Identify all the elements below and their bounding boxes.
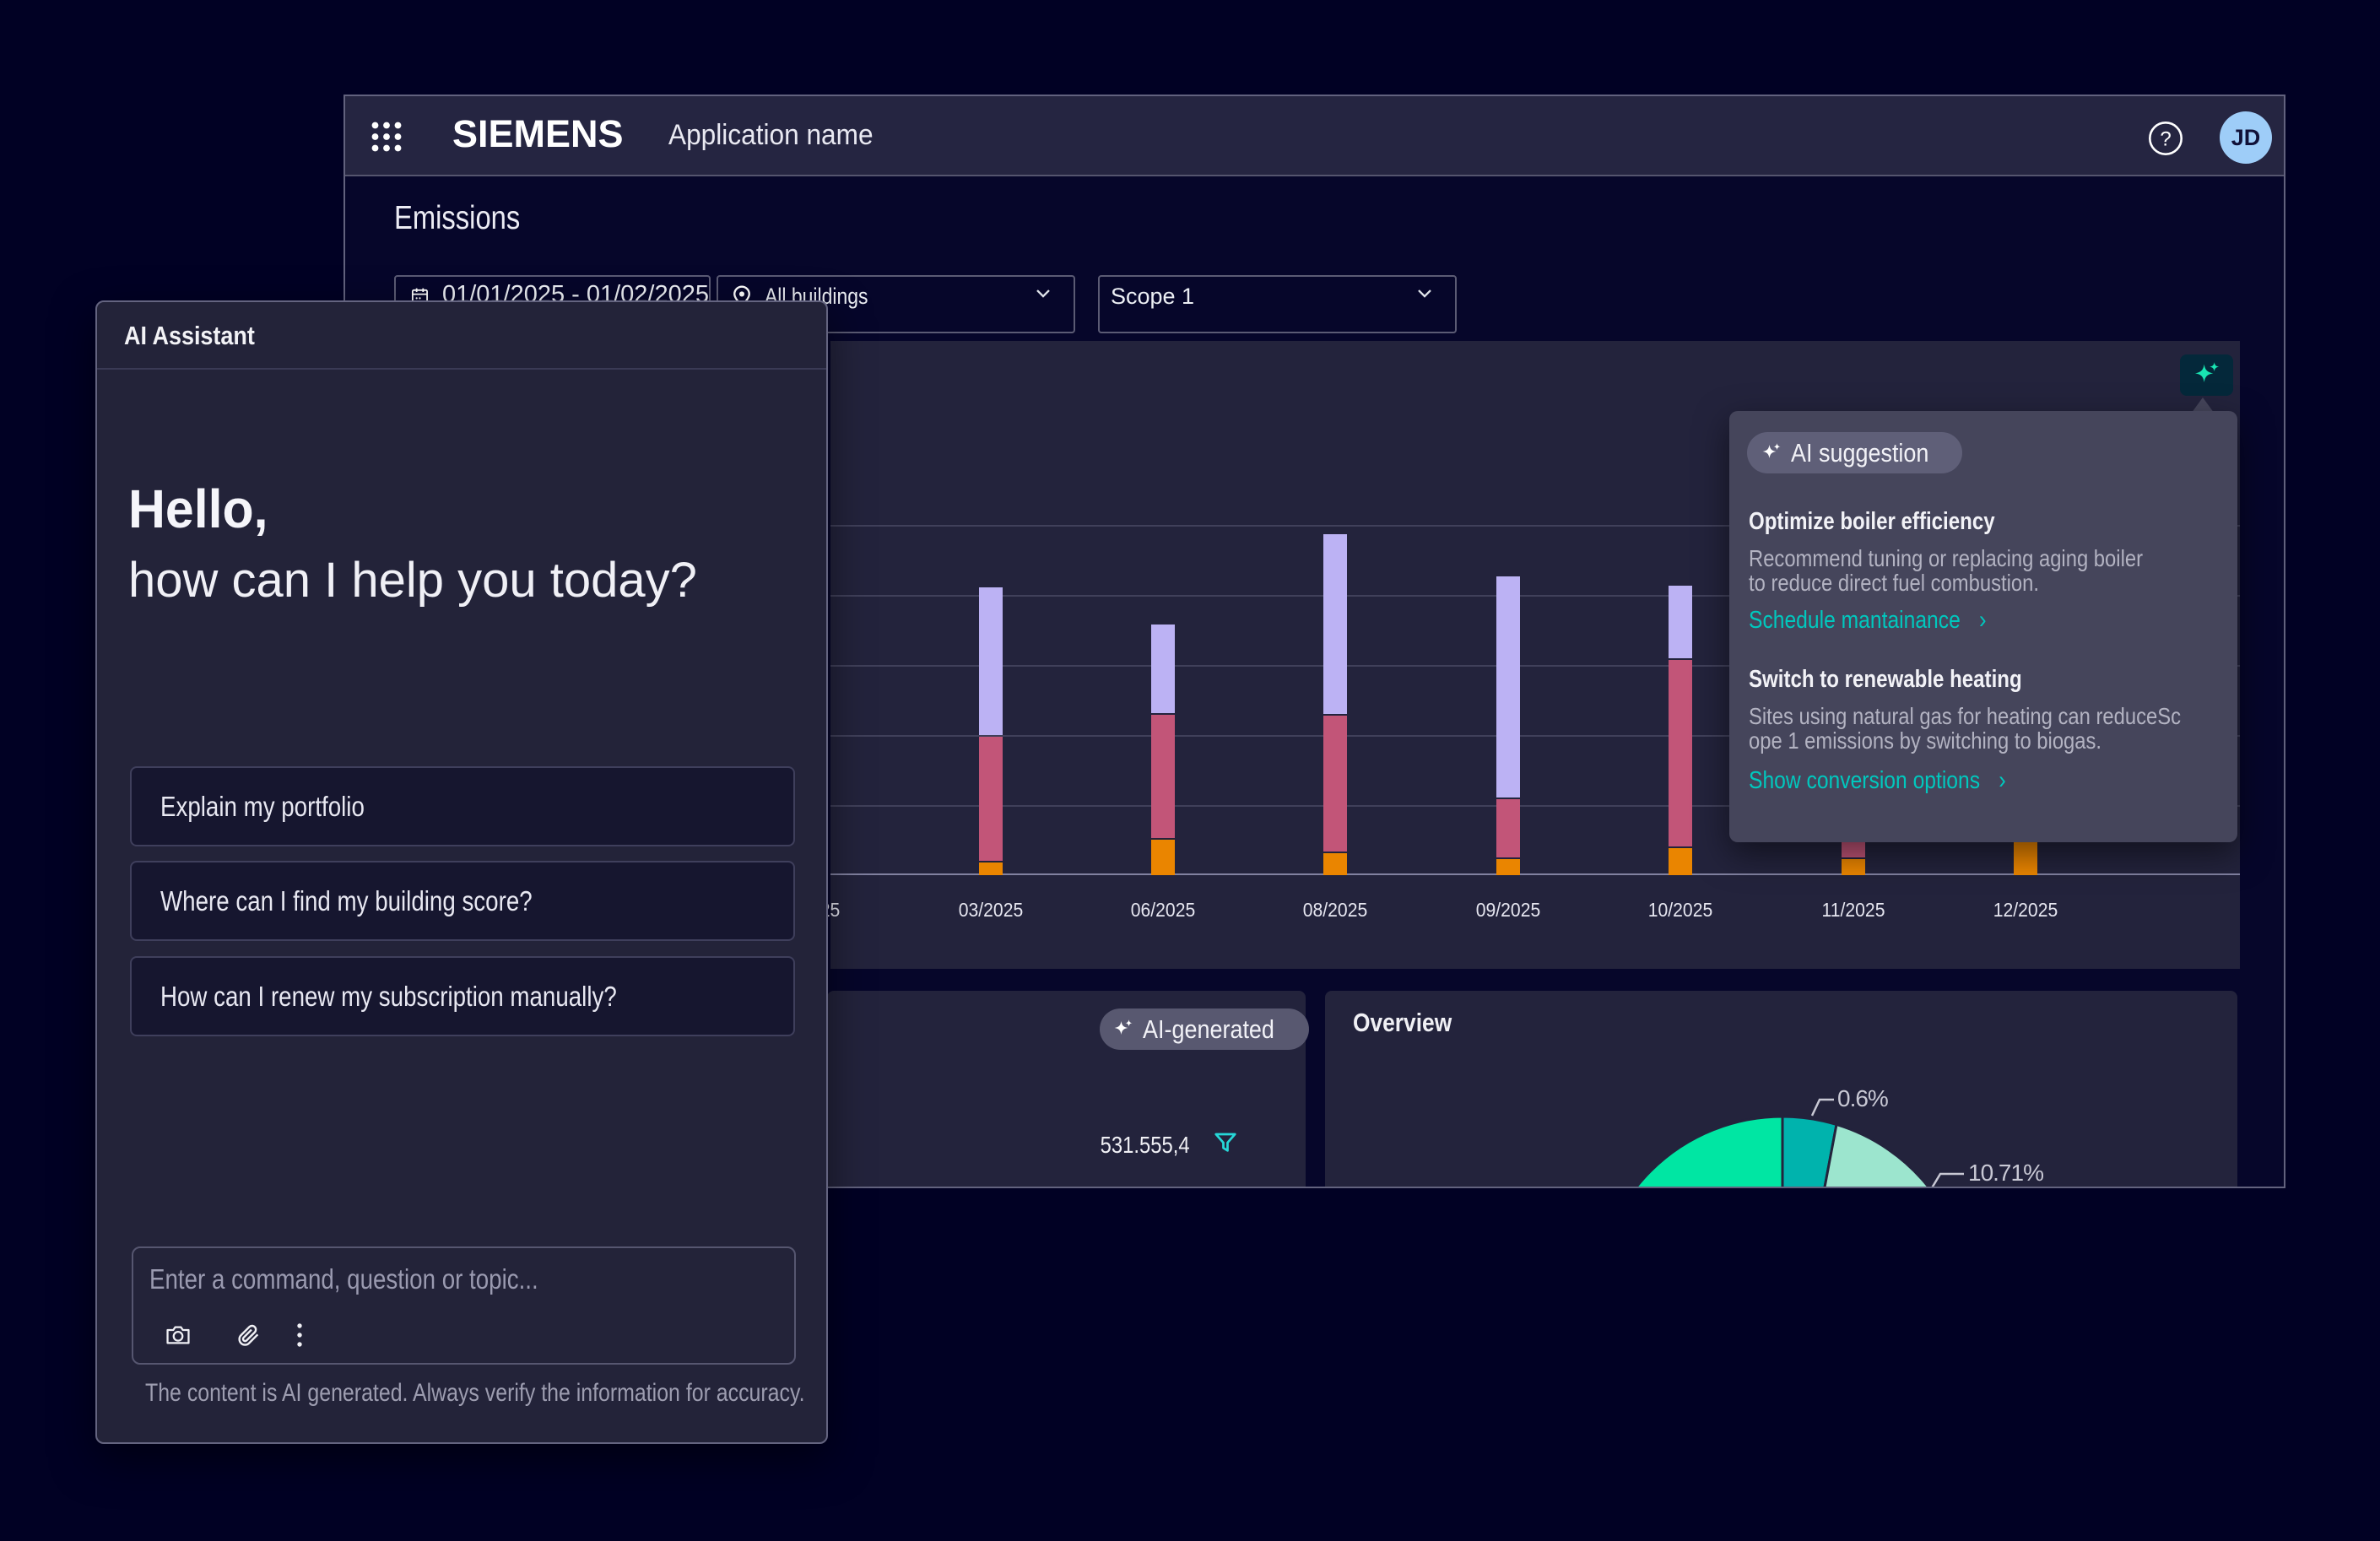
svg-text:0.6%: 0.6% xyxy=(1837,1085,1888,1111)
svg-text:10.71%: 10.71% xyxy=(1968,1160,2043,1186)
